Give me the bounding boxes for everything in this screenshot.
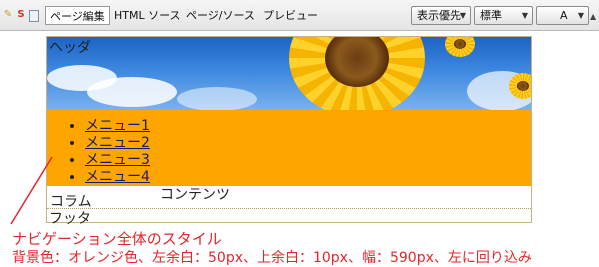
annotation-title: ナビゲーション全体のスタイル [12,230,222,248]
annotation-description: 背景色：オレンジ色、左余白：50px、上余白：10px、幅：590px、左に回り… [12,250,532,266]
annotation-pointer-line [10,156,53,225]
